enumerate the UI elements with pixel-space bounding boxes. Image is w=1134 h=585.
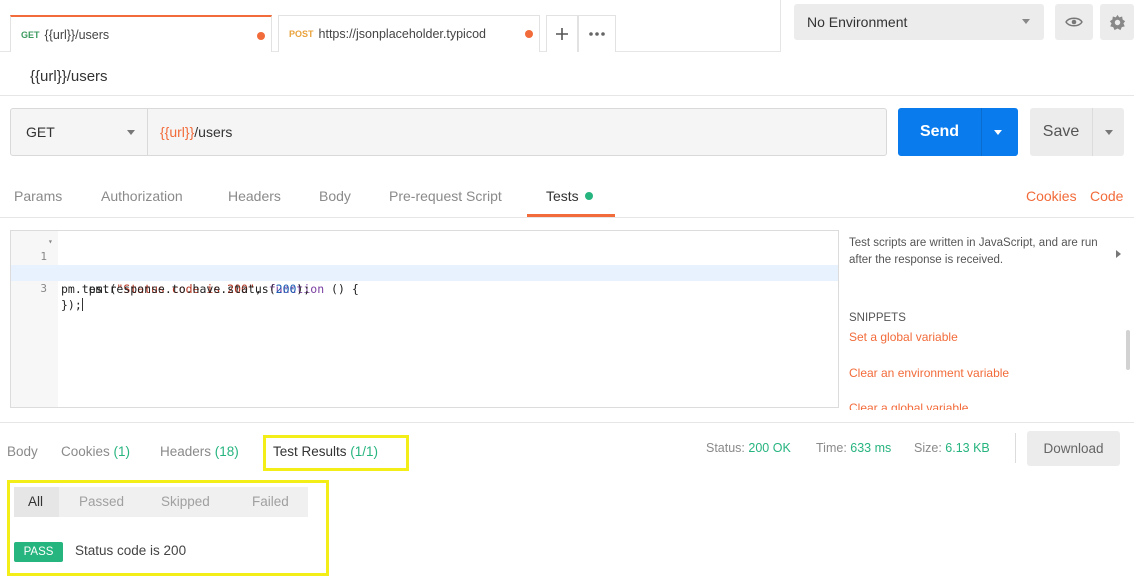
fold-arrow-icon[interactable]: ▾ bbox=[48, 234, 53, 250]
more-dots-icon bbox=[589, 32, 605, 36]
collapse-panel-arrow-icon[interactable] bbox=[1116, 250, 1121, 258]
chevron-down-icon[interactable] bbox=[994, 129, 1002, 135]
gear-icon bbox=[1109, 14, 1125, 30]
response-tab-headers[interactable]: Headers (18) bbox=[160, 444, 239, 459]
time-value: 633 ms bbox=[850, 441, 892, 455]
request-name[interactable]: {{url}}/users bbox=[30, 68, 108, 85]
unsaved-dot-icon bbox=[525, 30, 533, 38]
cookies-count: (1) bbox=[113, 444, 131, 459]
environment-quick-look-button[interactable] bbox=[1055, 4, 1093, 40]
method-value: GET bbox=[26, 124, 55, 140]
code-line: 2 pm.response.to.have.status(200); bbox=[11, 249, 838, 296]
size-value: 6.13 KB bbox=[945, 441, 990, 455]
text-cursor bbox=[81, 298, 83, 311]
tab-get-users[interactable]: GET {{url}}/users bbox=[10, 15, 272, 52]
tab-params[interactable]: Params bbox=[14, 188, 62, 204]
method-select[interactable]: GET bbox=[11, 109, 148, 155]
code-text: pm.response.to.have.status(200); bbox=[61, 282, 311, 296]
divider bbox=[1092, 108, 1093, 156]
url-variable: {{url}} bbox=[160, 124, 195, 140]
new-tab-button[interactable] bbox=[546, 15, 578, 52]
highlight-box bbox=[263, 435, 409, 471]
url-input[interactable]: {{url}}/users bbox=[148, 109, 886, 155]
cookies-link[interactable]: Cookies bbox=[1026, 188, 1077, 204]
divider bbox=[981, 108, 982, 156]
environment-value: No Environment bbox=[807, 14, 908, 30]
divider bbox=[1015, 433, 1016, 463]
tab-authorization[interactable]: Authorization bbox=[101, 188, 183, 204]
snippet-set-global-variable[interactable]: Set a global variable bbox=[849, 330, 958, 344]
response-time: Time: 633 ms bbox=[816, 441, 891, 455]
line-number: 3 bbox=[40, 282, 47, 295]
url-bar: GET {{url}}/users bbox=[10, 108, 887, 156]
headers-count: (18) bbox=[214, 444, 239, 459]
tab-headers[interactable]: Headers bbox=[228, 188, 281, 204]
divider bbox=[780, 0, 781, 52]
time-label: Time: bbox=[816, 441, 847, 455]
unsaved-dot-icon bbox=[257, 32, 265, 40]
snippet-clear-environment-variable[interactable]: Clear an environment variable bbox=[849, 366, 1009, 380]
tab-label: Headers bbox=[160, 444, 212, 459]
tab-tests-label: Tests bbox=[546, 188, 579, 204]
tab-label: {{url}}/users bbox=[44, 27, 110, 42]
response-tab-cookies[interactable]: Cookies (1) bbox=[61, 444, 130, 459]
send-label: Send bbox=[919, 123, 960, 140]
tab-post-jsonplaceholder[interactable]: POST https://jsonplaceholder.typicod bbox=[278, 15, 540, 52]
status-dot-icon bbox=[584, 192, 593, 200]
response-tab-body[interactable]: Body bbox=[7, 444, 38, 459]
snippets-heading: SNIPPETS bbox=[849, 312, 906, 324]
tab-method: GET bbox=[21, 29, 40, 40]
tab-method: POST bbox=[289, 29, 314, 39]
environment-select[interactable]: No Environment bbox=[794, 4, 1044, 40]
response-size: Size: 6.13 KB bbox=[914, 441, 990, 455]
save-label: Save bbox=[1042, 123, 1080, 140]
code-line-active: 3 }); bbox=[11, 265, 838, 312]
eye-icon bbox=[1065, 17, 1083, 27]
tab-body[interactable]: Body bbox=[319, 188, 351, 204]
save-button[interactable]: Save bbox=[1030, 108, 1124, 156]
send-button[interactable]: Send bbox=[898, 108, 1018, 156]
more-tabs-button[interactable] bbox=[578, 15, 616, 52]
code-link[interactable]: Code bbox=[1090, 188, 1123, 204]
chevron-down-icon bbox=[1022, 19, 1030, 24]
response-bar: Body Cookies (1) Headers (18) Test Resul… bbox=[0, 422, 1134, 474]
chevron-down-icon bbox=[127, 130, 135, 135]
tab-pre-request-script[interactable]: Pre-request Script bbox=[389, 188, 502, 204]
tests-code-editor[interactable]: 1 ▾ pm.test("Status code is 200", functi… bbox=[10, 230, 839, 408]
snippet-clear-global-variable[interactable]: Clear a global variable bbox=[849, 401, 968, 410]
active-tab-indicator bbox=[527, 214, 615, 217]
request-subtabs: Params Authorization Headers Body Pre-re… bbox=[0, 178, 1134, 218]
code-text: }); bbox=[61, 298, 83, 312]
snippets-scrollbar[interactable] bbox=[1126, 330, 1130, 370]
plus-icon bbox=[556, 28, 568, 40]
highlight-box bbox=[7, 480, 329, 576]
manage-environments-button[interactable] bbox=[1100, 4, 1134, 40]
download-button[interactable]: Download bbox=[1027, 431, 1120, 466]
code-line: 1 ▾ pm.test("Status code is 200", functi… bbox=[11, 233, 838, 296]
response-status: Status: 200 OK bbox=[706, 441, 791, 455]
tab-label: Cookies bbox=[61, 444, 110, 459]
status-label: Status: bbox=[706, 441, 745, 455]
size-label: Size: bbox=[914, 441, 942, 455]
request-tab-bar: GET {{url}}/users POST https://jsonplace… bbox=[0, 0, 780, 52]
chevron-down-icon[interactable] bbox=[1105, 129, 1113, 135]
status-value: 200 OK bbox=[748, 441, 791, 455]
tab-label: https://jsonplaceholder.typicod bbox=[318, 27, 486, 41]
divider bbox=[0, 95, 1134, 96]
snippets-panel: Test scripts are written in JavaScript, … bbox=[849, 230, 1134, 410]
snippets-description: Test scripts are written in JavaScript, … bbox=[849, 237, 1098, 266]
url-path: /users bbox=[194, 124, 233, 140]
tab-tests[interactable]: Tests bbox=[546, 188, 593, 204]
